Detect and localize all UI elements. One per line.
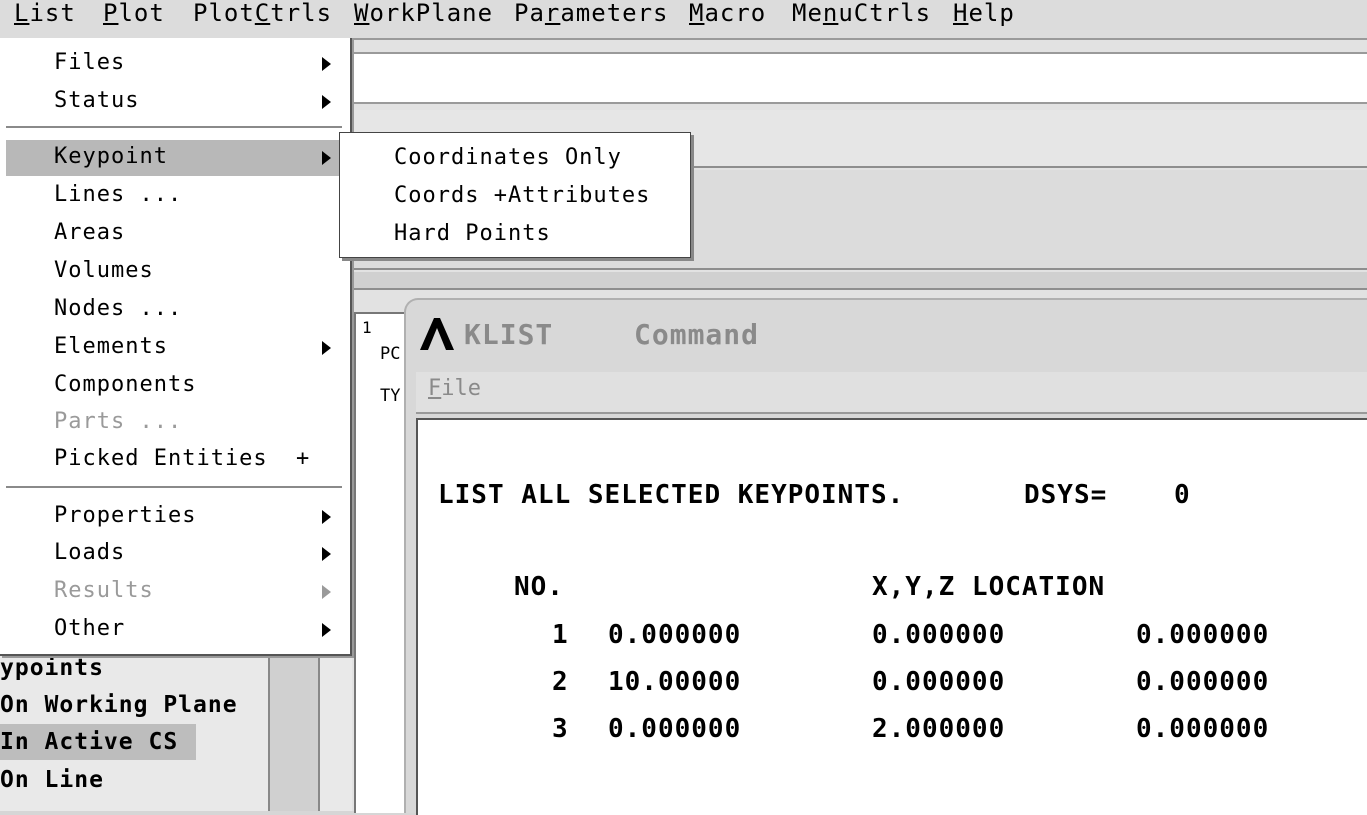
tree-item-in-active-cs[interactable]: In Active CS bbox=[0, 724, 196, 760]
menu-item-elements[interactable]: Elements bbox=[6, 330, 342, 366]
row-z: 0.000000 bbox=[1136, 714, 1270, 744]
submenu-arrow-icon bbox=[322, 341, 331, 355]
menu-item-status[interactable]: Status bbox=[6, 84, 342, 120]
output-text: TY bbox=[380, 386, 401, 406]
menu-item-files[interactable]: Files bbox=[6, 46, 342, 82]
menu-help[interactable]: Help bbox=[953, 0, 1015, 32]
submenu-arrow-icon bbox=[322, 57, 331, 71]
main-menubar: List Plot PlotCtrls WorkPlane Parameters… bbox=[0, 0, 1367, 40]
tree-item-on-line[interactable]: On Line bbox=[0, 762, 104, 798]
menu-workplane[interactable]: WorkPlane bbox=[354, 0, 493, 32]
menu-plotctrls[interactable]: PlotCtrls bbox=[193, 0, 332, 32]
menu-item-nodes[interactable]: Nodes ... bbox=[6, 292, 342, 328]
tree-scrollbar[interactable] bbox=[268, 655, 320, 811]
tree-item-on-working-plane[interactable]: On Working Plane bbox=[0, 687, 238, 723]
klist-titlebar[interactable]: KLIST Command bbox=[406, 300, 1367, 372]
menu-item-properties[interactable]: Properties bbox=[6, 499, 342, 535]
list-header: LIST ALL SELECTED KEYPOINTS. bbox=[438, 480, 905, 510]
submenu-arrow-icon bbox=[322, 151, 331, 165]
menu-plot[interactable]: Plot bbox=[103, 0, 165, 32]
command-input-bar[interactable] bbox=[352, 52, 1367, 104]
submenu-item-coordinates-only[interactable]: Coordinates Only bbox=[394, 139, 622, 177]
list-dropdown-menu: Files Status Keypoint Lines ... Areas Vo… bbox=[0, 38, 352, 656]
submenu-arrow-icon bbox=[322, 95, 331, 109]
klist-menubar: File bbox=[416, 372, 1367, 414]
row-y: 0.000000 bbox=[872, 667, 1006, 697]
column-header-location: X,Y,Z LOCATION bbox=[872, 572, 1106, 602]
row-y: 2.000000 bbox=[872, 714, 1006, 744]
menu-list[interactable]: List bbox=[14, 0, 76, 32]
menu-separator bbox=[6, 126, 342, 129]
menu-item-results: Results bbox=[6, 574, 342, 610]
keypoint-submenu: Coordinates Only Coords +Attributes Hard… bbox=[339, 132, 691, 258]
klist-window: KLIST Command File LIST ALL SELECTED KEY… bbox=[404, 298, 1367, 815]
menu-item-loads[interactable]: Loads bbox=[6, 536, 342, 572]
menu-item-areas[interactable]: Areas bbox=[6, 216, 342, 252]
plus-icon: + bbox=[296, 446, 311, 471]
window-subtitle: Command bbox=[634, 318, 760, 351]
window-title: KLIST bbox=[464, 318, 554, 351]
toolbar-divider bbox=[352, 272, 1367, 290]
window-number: 1 bbox=[362, 318, 372, 337]
row-no: 1 bbox=[552, 620, 569, 650]
row-z: 0.000000 bbox=[1136, 667, 1270, 697]
submenu-item-hard-points[interactable]: Hard Points bbox=[394, 215, 551, 253]
submenu-arrow-icon bbox=[322, 623, 331, 637]
row-x: 0.000000 bbox=[608, 620, 742, 650]
menu-macro[interactable]: Macro bbox=[689, 0, 766, 32]
row-x: 10.00000 bbox=[608, 667, 742, 697]
row-z: 0.000000 bbox=[1136, 620, 1270, 650]
column-header-no: NO. bbox=[514, 572, 564, 602]
submenu-item-coords-attributes[interactable]: Coords +Attributes bbox=[394, 177, 650, 215]
menu-parameters[interactable]: Parameters bbox=[514, 0, 669, 32]
submenu-arrow-icon bbox=[322, 510, 331, 524]
submenu-arrow-icon bbox=[322, 585, 331, 599]
submenu-arrow-icon bbox=[322, 547, 331, 561]
menu-item-parts: Parts ... bbox=[54, 409, 183, 434]
row-x: 0.000000 bbox=[608, 714, 742, 744]
dsys-value: 0 bbox=[1174, 480, 1191, 510]
row-no: 3 bbox=[552, 714, 569, 744]
menu-item-lines[interactable]: Lines ... bbox=[6, 178, 342, 214]
dsys-label: DSYS= bbox=[1024, 480, 1108, 510]
row-no: 2 bbox=[552, 667, 569, 697]
menu-separator bbox=[6, 486, 342, 489]
menu-menuctrls[interactable]: MenuCtrls bbox=[792, 0, 931, 32]
klist-output: LIST ALL SELECTED KEYPOINTS. DSYS= 0 NO.… bbox=[416, 418, 1367, 815]
menu-item-components[interactable]: Components bbox=[6, 368, 342, 404]
klist-file-menu[interactable]: File bbox=[428, 376, 481, 401]
menu-item-other[interactable]: Other bbox=[6, 612, 342, 648]
row-y: 0.000000 bbox=[872, 620, 1006, 650]
output-text: PC bbox=[380, 344, 401, 364]
menu-item-picked-entities[interactable]: Picked Entities + bbox=[6, 442, 342, 478]
menu-item-volumes[interactable]: Volumes bbox=[6, 254, 342, 290]
menu-item-keypoint[interactable]: Keypoint bbox=[6, 140, 342, 176]
ansys-logo-icon bbox=[420, 318, 454, 350]
